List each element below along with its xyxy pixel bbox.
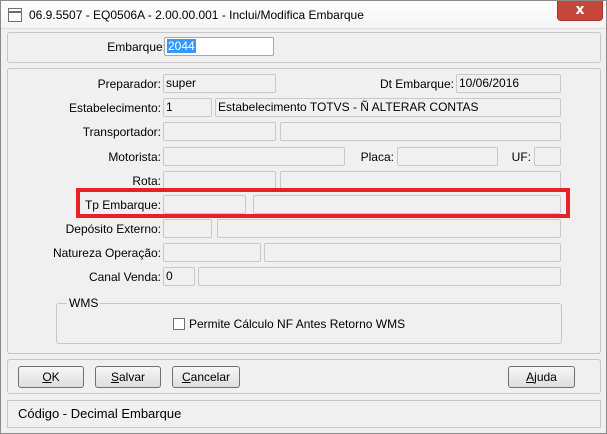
dialog-window: 06.9.5507 - EQ0506A - 2.00.00.001 - Incl…	[0, 0, 607, 434]
estabelecimento-label: Estabelecimento:	[68, 101, 161, 115]
title-bar[interactable]: 06.9.5507 - EQ0506A - 2.00.00.001 - Incl…	[1, 1, 606, 29]
motorista-label: Motorista:	[108, 150, 161, 164]
embarque-label: Embarque:	[107, 40, 166, 54]
tp-embarque-label: Tp Embarque:	[84, 198, 161, 212]
rota-label: Rota:	[132, 174, 161, 188]
canal-venda-name-field	[198, 267, 561, 286]
salvar-button-mnemonic: S	[110, 370, 119, 384]
tp-embarque-name-field	[253, 195, 561, 214]
rota-name-field	[280, 171, 561, 190]
uf-field[interactable]	[534, 147, 561, 166]
permite-calculo-checkbox[interactable]	[173, 318, 185, 330]
ok-button-label: K	[51, 370, 60, 384]
uf-label: UF:	[511, 150, 531, 164]
status-bar: Código - Decimal Embarque	[7, 400, 601, 428]
canal-venda-label: Canal Venda:	[88, 270, 161, 284]
estabelecimento-name-field: Estabelecimento TOTVS - Ñ ALTERAR CONTAS	[215, 98, 561, 117]
canal-venda-code-field[interactable]: 0	[163, 267, 195, 286]
close-button[interactable]: x	[557, 1, 603, 21]
deposito-externo-code-field[interactable]	[163, 219, 212, 238]
dt-embarque-field[interactable]: 10/06/2016	[456, 74, 561, 93]
natureza-operacao-label: Natureza Operação:	[52, 246, 161, 260]
header-panel: Embarque: 2044	[7, 32, 601, 63]
ok-button[interactable]: OK	[18, 366, 84, 388]
dt-embarque-label: Dt Embarque:	[379, 77, 454, 91]
button-bar: OK Salvar Cancelar Ajuda	[7, 359, 601, 394]
tp-embarque-code-field[interactable]	[163, 195, 246, 214]
cancelar-button-label: ancelar	[190, 370, 231, 384]
deposito-externo-label: Depósito Externo:	[65, 222, 161, 236]
transportador-code-field[interactable]	[163, 122, 276, 141]
ok-button-mnemonic: O	[42, 370, 52, 384]
salvar-button[interactable]: Salvar	[95, 366, 161, 388]
wms-group-title: WMS	[67, 296, 101, 310]
wms-group: WMS Permite Cálculo NF Antes Retorno WMS	[56, 296, 562, 344]
window-title: 06.9.5507 - EQ0506A - 2.00.00.001 - Incl…	[29, 8, 364, 22]
embarque-value: 2044	[167, 39, 196, 53]
salvar-button-label: alvar	[119, 370, 146, 384]
ajuda-button-mnemonic: A	[526, 370, 535, 384]
cancelar-button-mnemonic: C	[181, 370, 191, 384]
placa-field[interactable]	[397, 147, 498, 166]
cancelar-button[interactable]: Cancelar	[172, 366, 240, 388]
window-icon	[8, 8, 22, 22]
estabelecimento-code-field[interactable]: 1	[163, 98, 212, 117]
ajuda-button[interactable]: Ajuda	[508, 366, 575, 388]
placa-label: Placa:	[360, 150, 394, 164]
natureza-operacao-code-field[interactable]	[163, 243, 261, 262]
ajuda-button-label: juda	[534, 370, 557, 384]
preparador-field[interactable]: super	[163, 74, 276, 93]
rota-code-field[interactable]	[163, 171, 276, 190]
motorista-field[interactable]	[163, 147, 345, 166]
preparador-label: Preparador:	[97, 77, 161, 91]
main-form-panel: Preparador: super Dt Embarque: 10/06/201…	[7, 68, 601, 354]
permite-calculo-label[interactable]: Permite Cálculo NF Antes Retorno WMS	[189, 317, 405, 331]
natureza-operacao-name-field	[264, 243, 561, 262]
transportador-label: Transportador:	[82, 125, 161, 139]
transportador-name-field	[280, 122, 561, 141]
embarque-field[interactable]: 2044	[164, 37, 274, 56]
deposito-externo-name-field	[217, 219, 561, 238]
